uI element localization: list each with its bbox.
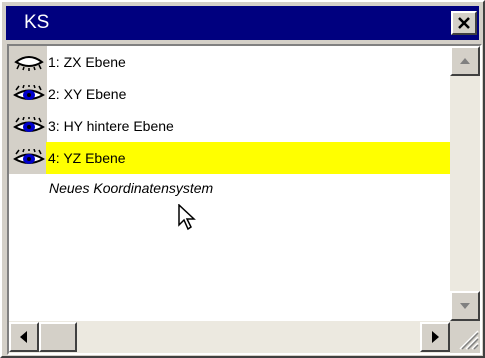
layer-list: 1: ZX Ebene 2: XY Ebene 3: HY hintere Eb…	[9, 46, 450, 321]
window-title: KS	[24, 12, 50, 33]
layer-label: 2: XY Ebene	[48, 86, 127, 102]
scroll-right-button[interactable]	[420, 322, 450, 352]
eye-closed-icon[interactable]	[13, 53, 45, 71]
layer-label: 1: ZX Ebene	[48, 54, 126, 70]
eye-open-icon[interactable]	[13, 117, 45, 135]
scroll-left-button[interactable]	[9, 322, 39, 352]
arrow-down-icon	[460, 303, 470, 309]
arrow-left-icon	[20, 331, 27, 343]
scroll-down-button[interactable]	[450, 291, 480, 321]
layer-row-3[interactable]: 3: HY hintere Ebene	[9, 110, 450, 142]
mouse-cursor-icon	[178, 204, 196, 231]
layer-row-4[interactable]: 4: YZ Ebene	[9, 142, 450, 174]
ks-window: KS 1: ZX Ebene 2: XY Ebene 3: HY hintere…	[0, 0, 485, 358]
layer-list-panel: 1: ZX Ebene 2: XY Ebene 3: HY hintere Eb…	[7, 44, 482, 355]
horizontal-scroll-thumb[interactable]	[39, 322, 77, 352]
horizontal-scrollbar[interactable]	[9, 321, 450, 353]
close-button[interactable]	[451, 11, 477, 35]
vertical-scrollbar[interactable]	[450, 46, 480, 321]
resize-grip[interactable]	[450, 321, 480, 353]
layer-row-1[interactable]: 1: ZX Ebene	[9, 46, 450, 78]
close-icon	[458, 17, 470, 29]
resize-grip-icon	[459, 330, 479, 350]
layer-row-2[interactable]: 2: XY Ebene	[9, 78, 450, 110]
scroll-up-button[interactable]	[450, 46, 480, 76]
layer-label: 3: HY hintere Ebene	[48, 118, 174, 134]
new-coordinate-system-item[interactable]: Neues Koordinatensystem	[49, 180, 213, 196]
arrow-up-icon	[460, 58, 470, 64]
layer-label: 4: YZ Ebene	[46, 142, 450, 174]
arrow-right-icon	[432, 331, 439, 343]
eye-open-icon[interactable]	[13, 85, 45, 103]
eye-open-icon[interactable]	[13, 149, 45, 167]
title-bar[interactable]: KS	[6, 6, 479, 40]
